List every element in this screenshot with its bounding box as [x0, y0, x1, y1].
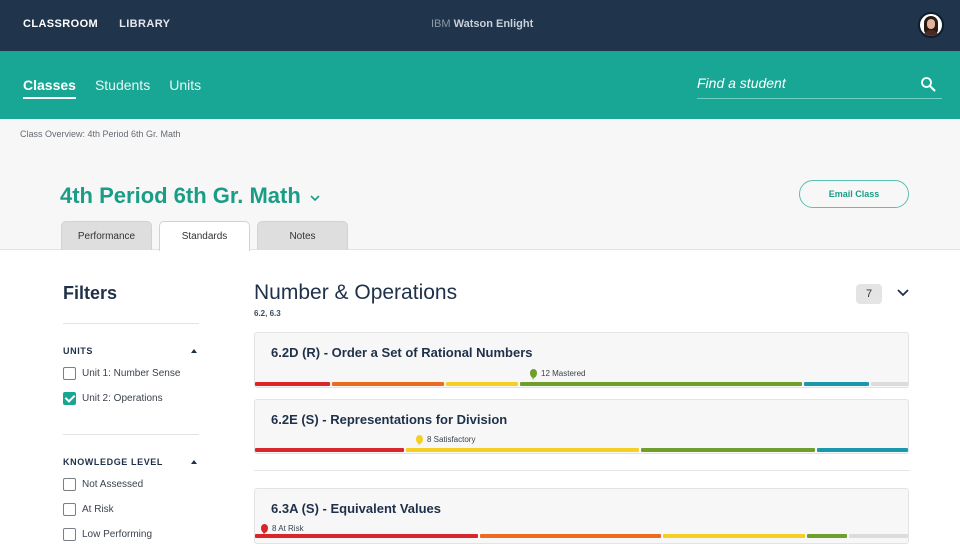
standard-title: 6.2E (S) - Representations for Division [271, 412, 508, 427]
bar-segment-at-risk [255, 448, 404, 452]
checkbox[interactable] [63, 528, 76, 541]
class-marker: 8 At Risk [261, 524, 304, 535]
bar-segment-mastered [806, 534, 848, 538]
filter-option[interactable]: Unit 2: Operations [63, 391, 199, 406]
chevron-down-icon [310, 195, 320, 202]
chevron-down-icon[interactable] [896, 288, 910, 298]
bar-segment-advanced [803, 382, 870, 386]
sub-nav: Classes Students Units [23, 77, 201, 99]
standard-title: 6.2D (R) - Order a Set of Rational Numbe… [271, 345, 533, 360]
divider [254, 470, 910, 471]
map-pin-icon [530, 369, 537, 380]
filter-section-header[interactable]: UNITS [63, 346, 199, 356]
top-nav: CLASSROOM LIBRARY [23, 18, 170, 30]
marker-label: 8 At Risk [272, 524, 304, 533]
sub-nav-units[interactable]: Units [169, 77, 201, 99]
filter-option[interactable]: At Risk [63, 502, 199, 517]
student-search [697, 75, 942, 99]
bar-segment-satisfactory [446, 382, 519, 386]
bar-segment-low [332, 382, 445, 386]
knowledge-distribution-bar [255, 534, 908, 539]
brand-logo: IBM Watson Enlight [431, 18, 533, 30]
sub-nav-bar: Classes Students Units [0, 51, 960, 119]
standards-count-badge: 7 [856, 284, 882, 304]
filter-option[interactable]: Not Assessed [63, 477, 199, 492]
bar-segment-at-risk [255, 534, 479, 538]
bar-segment-mastered [640, 448, 815, 452]
class-marker: 8 Satisfactory [416, 435, 476, 446]
student-search-input[interactable] [697, 75, 907, 91]
bar-segment-not-assessed [849, 534, 908, 538]
section-title: Number & Operations [254, 281, 458, 304]
top-nav-classroom[interactable]: CLASSROOM [23, 18, 98, 30]
checkbox-checked[interactable] [63, 392, 76, 405]
marker-label: 12 Mastered [541, 369, 586, 378]
sub-nav-students[interactable]: Students [95, 77, 150, 99]
divider [63, 434, 199, 435]
sub-nav-classes[interactable]: Classes [23, 77, 76, 99]
caret-up-icon[interactable] [191, 460, 197, 464]
filter-option[interactable]: Unit 1: Number Sense [63, 366, 199, 381]
bar-segment-at-risk [255, 382, 331, 386]
standard-card[interactable]: 6.2E (S) - Representations for Division … [254, 399, 909, 454]
bar-segment-not-assessed [871, 382, 908, 386]
map-pin-icon [416, 435, 423, 446]
marker-label: 8 Satisfactory [427, 435, 476, 444]
user-avatar[interactable] [918, 12, 944, 38]
standard-card[interactable]: 6.3A (S) - Equivalent Values 8 At Risk [254, 488, 909, 544]
filter-section-units: UNITS Unit 1: Number Sense Unit 2: Opera… [63, 346, 199, 406]
class-marker: 12 Mastered [530, 369, 586, 380]
tab-notes[interactable]: Notes [257, 221, 348, 250]
brand-name: Watson Enlight [453, 18, 534, 30]
top-nav-library[interactable]: LIBRARY [119, 18, 170, 30]
breadcrumb[interactable]: Class Overview: 4th Period 6th Gr. Math [20, 129, 181, 139]
brand-prefix: IBM [431, 18, 451, 30]
checkbox[interactable] [63, 367, 76, 380]
bar-segment-satisfactory [405, 448, 639, 452]
tab-performance[interactable]: Performance [61, 221, 152, 250]
page-title: 4th Period 6th Gr. Math [60, 183, 301, 208]
search-icon[interactable] [920, 76, 936, 92]
filter-section-header[interactable]: KNOWLEDGE LEVEL [63, 457, 199, 467]
bar-segment-advanced [816, 448, 908, 452]
knowledge-distribution-bar [255, 448, 908, 453]
top-bar: CLASSROOM LIBRARY IBM Watson Enlight [0, 0, 960, 51]
standard-title: 6.3A (S) - Equivalent Values [271, 501, 442, 516]
class-title-dropdown[interactable]: 4th Period 6th Gr. Math [60, 183, 321, 209]
bar-segment-satisfactory [663, 534, 805, 538]
map-pin-icon [261, 524, 268, 535]
tab-standards[interactable]: Standards [159, 221, 250, 251]
class-header: Class Overview: 4th Period 6th Gr. Math … [0, 119, 960, 251]
checkbox[interactable] [63, 503, 76, 516]
filters-title: Filters [63, 283, 118, 303]
caret-up-icon[interactable] [191, 349, 197, 353]
email-class-button[interactable]: Email Class [799, 180, 909, 208]
class-tabs: Performance Standards Notes [61, 221, 348, 251]
divider [63, 323, 199, 324]
knowledge-distribution-bar [255, 382, 908, 387]
standard-card[interactable]: 6.2D (R) - Order a Set of Rational Numbe… [254, 332, 909, 388]
filter-section-knowledge-level: KNOWLEDGE LEVEL Not Assessed At Risk Low… [63, 457, 199, 542]
bar-segment-low [480, 534, 662, 538]
section-standards-list: 6.2, 6.3 [254, 309, 281, 318]
bar-segment-mastered [520, 382, 802, 386]
checkbox[interactable] [63, 478, 76, 491]
